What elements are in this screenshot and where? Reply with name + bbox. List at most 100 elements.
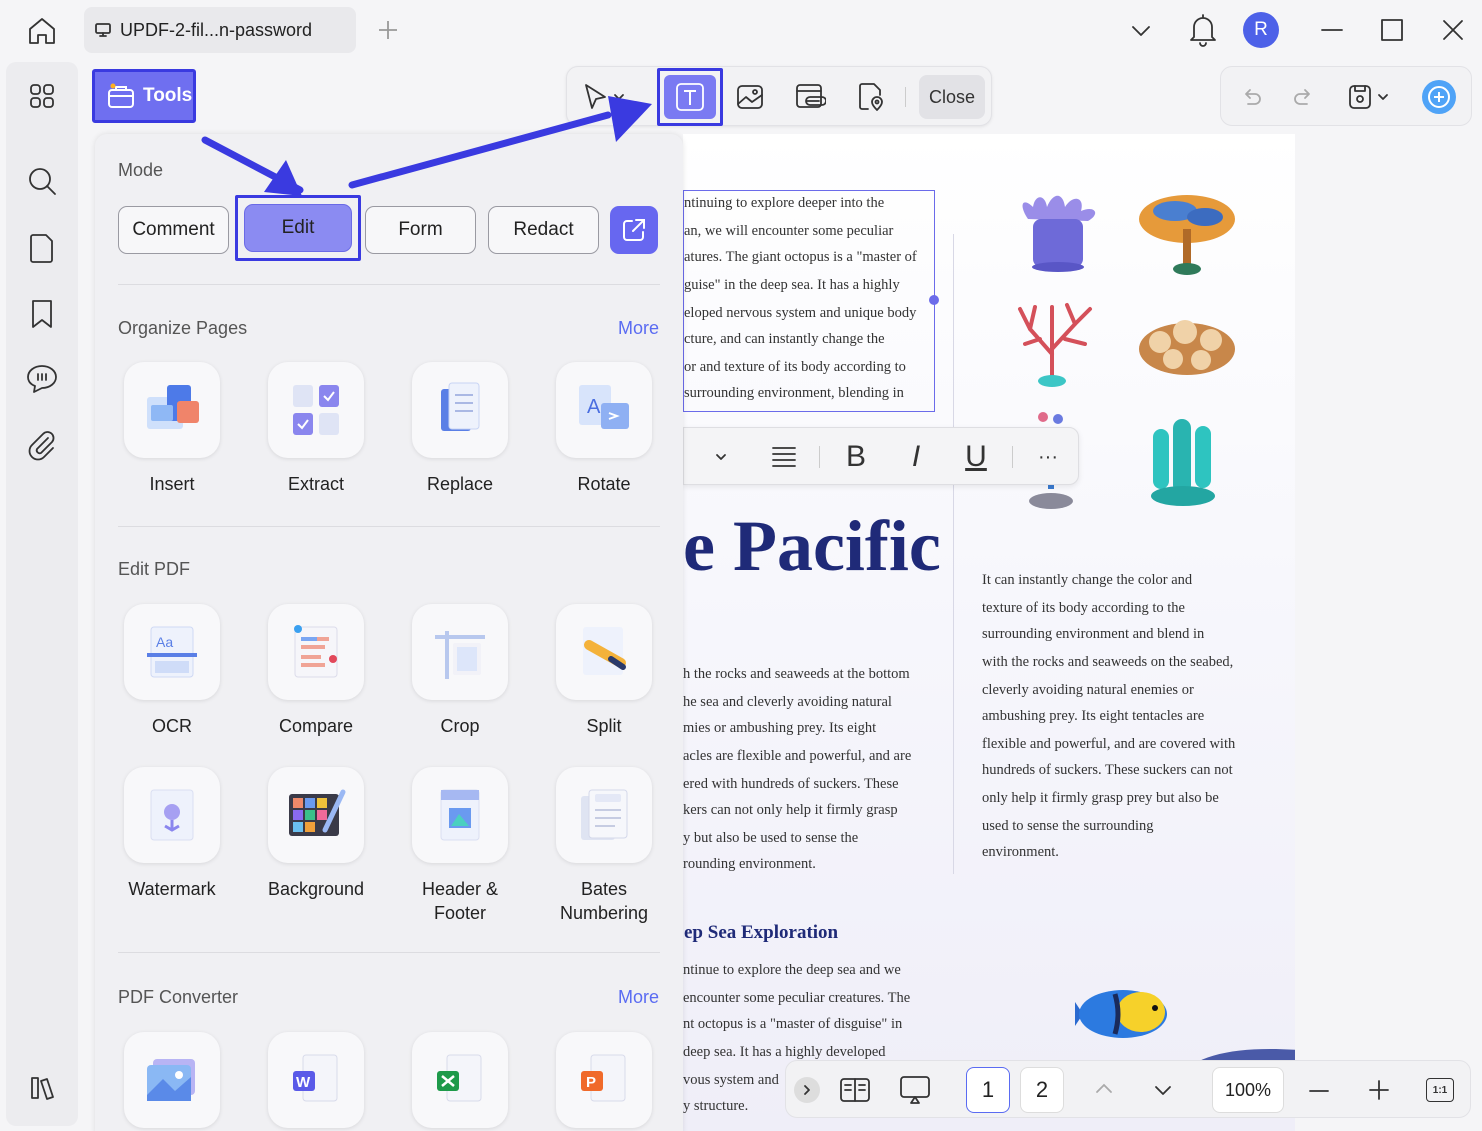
close-edit-button[interactable]: Close — [919, 75, 985, 119]
organize-more-link[interactable]: More — [618, 318, 659, 339]
tool-to-image[interactable] — [112, 1032, 232, 1128]
converter-more-link[interactable]: More — [618, 987, 659, 1008]
tool-label: Rotate — [577, 474, 631, 494]
coral-anemone-image — [1003, 189, 1108, 274]
mode-redact-button[interactable]: Redact — [488, 206, 599, 254]
add-link-tool-button[interactable] — [790, 77, 830, 117]
align-icon[interactable] — [766, 438, 802, 476]
italic-button[interactable]: I — [898, 438, 934, 476]
tool-ocr[interactable]: Aa OCR — [112, 604, 232, 738]
text-line: y but also be used to sense the — [683, 830, 859, 846]
chevron-up-icon[interactable] — [1092, 1077, 1116, 1101]
presentation-icon[interactable] — [898, 1073, 932, 1107]
save-button[interactable] — [1345, 77, 1405, 117]
mode-edit-highlight: Edit — [235, 195, 361, 261]
new-tab-plus-icon[interactable] — [376, 18, 400, 42]
selected-text-box[interactable]: ntinuing to explore deeper into the an, … — [683, 190, 935, 412]
tool-header-footer[interactable]: Header & Footer — [400, 767, 520, 925]
mode-edit-button[interactable]: Edit — [244, 204, 352, 252]
add-image-tool-button[interactable] — [730, 77, 770, 117]
text-line: used to sense the surrounding — [982, 818, 1154, 834]
red-coral-image — [1005, 299, 1100, 389]
tool-insert[interactable]: Insert — [112, 362, 232, 496]
tool-background[interactable]: Background — [256, 767, 376, 901]
chevron-down-icon[interactable] — [1151, 1078, 1175, 1102]
chevron-down-icon[interactable] — [1128, 18, 1154, 44]
zoom-out-icon[interactable] — [1306, 1078, 1332, 1104]
page-pin-icon — [856, 81, 886, 113]
svg-text:W: W — [296, 1074, 311, 1091]
more-format-button[interactable]: ··· — [1030, 438, 1066, 476]
bold-button[interactable]: B — [838, 438, 874, 476]
bates-numbering-icon — [556, 767, 652, 863]
document-tab[interactable]: UPDF-2-fil...n-password — [84, 7, 356, 53]
tool-label: OCR — [152, 716, 192, 736]
thumbnails-grid-icon[interactable] — [24, 78, 60, 114]
text-line: acles are flexible and powerful, and are — [683, 748, 912, 764]
tool-bates-numbering[interactable]: Bates Numbering — [544, 767, 664, 925]
tools-button[interactable]: Tools — [92, 69, 196, 123]
text-line: only help it firmly grasp prey but also … — [982, 790, 1219, 806]
open-external-button[interactable] — [610, 206, 658, 254]
column-divider — [953, 234, 954, 874]
mode-form-button[interactable]: Form — [365, 206, 476, 254]
bookmark-icon[interactable] — [24, 296, 60, 332]
page-2-button[interactable]: 2 — [1020, 1067, 1064, 1113]
select-tool-button[interactable] — [581, 77, 637, 117]
comment-icon[interactable] — [24, 360, 60, 396]
font-dropdown-chevron-icon[interactable] — [706, 438, 736, 476]
tool-rotate[interactable]: A Rotate — [544, 362, 664, 496]
mode-comment-button[interactable]: Comment — [118, 206, 229, 254]
powerpoint-icon: P — [556, 1032, 652, 1128]
text-line: nt octopus is a "master of disguise" in — [683, 1016, 903, 1032]
zoom-in-icon[interactable] — [1366, 1077, 1392, 1103]
tool-crop[interactable]: Crop — [400, 604, 520, 738]
tool-replace[interactable]: Replace — [400, 362, 520, 496]
toolbar-divider — [905, 87, 906, 107]
attachment-icon[interactable] — [24, 427, 60, 463]
resize-handle[interactable] — [929, 295, 939, 305]
underline-button[interactable]: U — [958, 438, 994, 476]
redo-icon[interactable] — [1284, 77, 1324, 117]
home-icon[interactable] — [24, 13, 60, 49]
tool-split[interactable]: Split — [544, 604, 664, 738]
reading-mode-icon[interactable] — [838, 1075, 872, 1105]
ai-assistant-icon[interactable] — [1419, 77, 1459, 117]
text-line: ntinuing to explore deeper into the — [684, 195, 885, 211]
tool-extract[interactable]: Extract — [256, 362, 376, 496]
text-line: eloped nervous system and unique body — [684, 305, 917, 321]
text-line: atures. The giant octopus is a "master o… — [684, 249, 917, 265]
page-navigation-bar: 1 2 100% 1:1 — [785, 1060, 1471, 1118]
pdf-converter-title: PDF Converter — [118, 987, 239, 1007]
organize-pages-title: Organize Pages — [118, 318, 248, 338]
text-line: he sea and cleverly avoiding natural — [683, 694, 892, 710]
tool-label: Crop — [440, 716, 480, 736]
user-avatar[interactable]: R — [1243, 12, 1279, 48]
link-page-icon — [794, 82, 826, 112]
zoom-level-input[interactable]: 100% — [1212, 1067, 1284, 1113]
tool-compare[interactable]: Compare — [256, 604, 376, 738]
text-line: texture of its body according to the — [982, 600, 1185, 616]
close-window-icon[interactable] — [1439, 16, 1467, 44]
text-line: environment. — [982, 844, 1059, 860]
minimize-icon[interactable] — [1318, 16, 1346, 44]
svg-text:Aa: Aa — [156, 634, 173, 650]
tool-to-word[interactable]: W — [256, 1032, 376, 1128]
crop-icon — [412, 604, 508, 700]
search-icon[interactable] — [24, 163, 60, 199]
text-line: kers can not only help it firmly grasp — [683, 802, 898, 818]
tool-to-powerpoint[interactable]: P — [544, 1032, 664, 1128]
layers-icon[interactable] — [24, 1070, 60, 1106]
tool-watermark[interactable]: Watermark — [112, 767, 232, 901]
add-text-tool-button[interactable] — [657, 68, 723, 126]
tool-to-excel[interactable] — [400, 1032, 520, 1128]
maximize-icon[interactable] — [1378, 16, 1406, 44]
chevron-right-icon[interactable] — [794, 1077, 820, 1103]
watermark-tool-button[interactable] — [851, 77, 891, 117]
actual-size-button[interactable]: 1:1 — [1426, 1078, 1454, 1102]
bell-icon[interactable] — [1186, 12, 1220, 48]
page-icon[interactable] — [24, 230, 60, 266]
undo-icon[interactable] — [1231, 77, 1271, 117]
page-1-button[interactable]: 1 — [966, 1067, 1010, 1113]
format-divider — [1012, 446, 1013, 468]
